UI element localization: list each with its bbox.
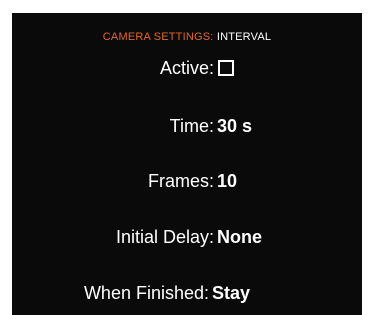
when-finished-value[interactable]: Stay bbox=[212, 283, 250, 304]
time-value[interactable]: 30 s bbox=[217, 116, 252, 137]
header-mode-name: INTERVAL bbox=[216, 31, 272, 43]
setting-row-when-finished: When Finished: Stay bbox=[12, 283, 362, 311]
setting-row-initial-delay: Initial Delay: None bbox=[12, 227, 362, 255]
when-finished-label: When Finished: bbox=[83, 283, 209, 303]
setting-row-active: Active: bbox=[12, 58, 362, 86]
header-prefix: CAMERA SETTINGS: bbox=[102, 31, 214, 43]
frames-label: Frames: bbox=[147, 171, 214, 191]
camera-settings-panel: CAMERA SETTINGS: INTERVAL Active: Time: … bbox=[12, 13, 362, 315]
initial-delay-label: Initial Delay: bbox=[115, 227, 214, 247]
initial-delay-value[interactable]: None bbox=[217, 227, 262, 248]
setting-row-frames: Frames: 10 bbox=[12, 171, 362, 199]
setting-row-time: Time: 30 s bbox=[12, 116, 362, 144]
frames-value[interactable]: 10 bbox=[217, 171, 237, 192]
active-label: Active: bbox=[159, 58, 214, 78]
active-checkbox[interactable] bbox=[218, 60, 234, 76]
time-label: Time: bbox=[169, 116, 214, 136]
panel-header: CAMERA SETTINGS: INTERVAL bbox=[12, 31, 362, 43]
